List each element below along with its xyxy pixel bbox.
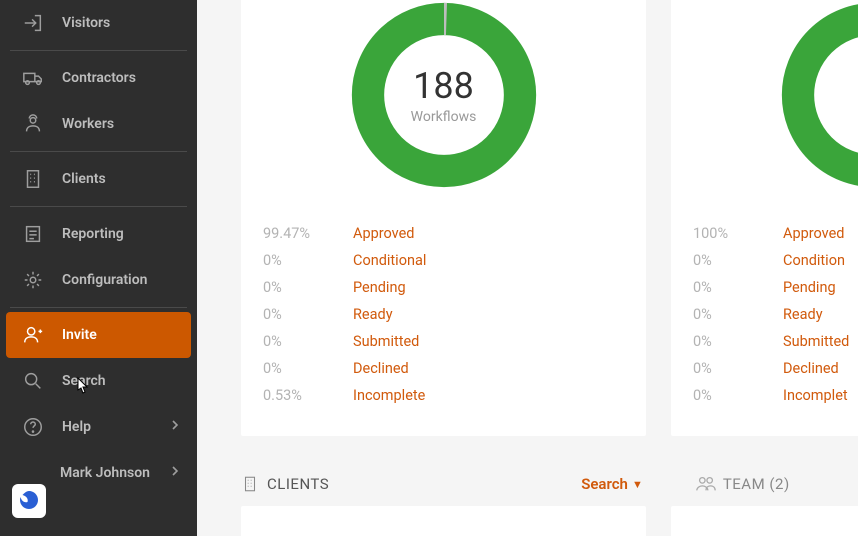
donut-value: 188: [411, 65, 477, 107]
sidebar-item-label: Clients: [62, 171, 106, 187]
caret-down-icon: ▼: [632, 478, 643, 491]
donut-label: Workflows: [411, 109, 477, 125]
stat-row: 0%Pending: [693, 274, 858, 301]
stats-list: 99.47%Approved 0%Conditional 0%Pending 0…: [241, 190, 646, 409]
clients-section-header: CLIENTS: [241, 475, 329, 493]
footer-row: CLIENTS Search ▼ TEAM (2): [241, 468, 858, 500]
sidebar-item-reporting[interactable]: Reporting: [0, 211, 197, 257]
sidebar-item-workers[interactable]: Workers: [0, 101, 197, 147]
stat-row: 0%Conditional: [263, 247, 624, 274]
building-icon: [22, 168, 44, 190]
search-label: Search: [581, 475, 628, 493]
stat-row: 0%Pending: [263, 274, 624, 301]
stat-row: 0%Submitted: [263, 328, 624, 355]
main-content: 188 Workflows 99.47%Approved 0%Condition…: [197, 0, 858, 536]
team-label: TEAM (2): [723, 475, 790, 493]
stat-row: 0%Submitted: [693, 328, 858, 355]
report-icon: [22, 223, 44, 245]
stat-row: 100%Approved: [693, 220, 858, 247]
truck-icon: [22, 67, 44, 89]
search-dropdown[interactable]: Search ▼: [581, 475, 643, 493]
sidebar-item-label: Help: [62, 419, 91, 435]
sidebar-item-label: Search: [62, 373, 106, 389]
stat-row: 0%Ready: [263, 301, 624, 328]
stat-row: 0.53%Incomplete: [263, 382, 624, 409]
user-name: Mark Johnson: [60, 465, 150, 481]
app-logo[interactable]: [12, 484, 46, 518]
clients-label: CLIENTS: [267, 475, 329, 493]
sidebar-item-label: Reporting: [62, 226, 124, 242]
building-icon: [241, 475, 259, 493]
help-icon: [22, 416, 44, 438]
sidebar-item-clients[interactable]: Clients: [0, 156, 197, 202]
chevron-right-icon: [171, 419, 179, 435]
stat-row: 99.47%Approved: [263, 220, 624, 247]
sidebar-item-search[interactable]: Search: [0, 358, 197, 404]
divider: [10, 206, 187, 207]
sidebar-item-label: Invite: [62, 327, 97, 343]
stat-row: 0%Declined: [263, 355, 624, 382]
sidebar-item-configuration[interactable]: Configuration: [0, 257, 197, 303]
donut-chart: 4 W: [671, 0, 858, 190]
chevron-right-icon: [171, 465, 179, 481]
user-plus-icon: [22, 324, 44, 346]
workflows-card-2: 4 W 100%Approved 0%Condition 0%Pending 0…: [671, 0, 858, 436]
divider: [10, 151, 187, 152]
sidebar-item-contractors[interactable]: Contractors: [0, 55, 197, 101]
stat-row: 0%Ready: [693, 301, 858, 328]
donut-chart: 188 Workflows: [241, 0, 646, 190]
sidebar-item-help[interactable]: Help: [0, 404, 197, 450]
sidebar-item-label: Configuration: [62, 272, 147, 288]
sidebar: Visitors Contractors Workers Clients Rep…: [0, 0, 197, 536]
team-card: [671, 506, 858, 536]
worker-icon: [22, 113, 44, 135]
divider: [10, 307, 187, 308]
stat-row: 0%Incomplet: [693, 382, 858, 409]
stat-row: 0%Declined: [693, 355, 858, 382]
sidebar-item-label: Workers: [62, 116, 114, 132]
sidebar-item-label: Visitors: [62, 15, 110, 31]
gear-icon: [22, 269, 44, 291]
workflows-card-1: 188 Workflows 99.47%Approved 0%Condition…: [241, 0, 646, 436]
stats-list: 100%Approved 0%Condition 0%Pending 0%Rea…: [671, 190, 858, 409]
team-icon: [695, 473, 717, 495]
sidebar-item-label: Contractors: [62, 70, 136, 86]
search-icon: [22, 370, 44, 392]
sidebar-item-invite[interactable]: Invite: [6, 312, 191, 358]
exit-icon: [22, 12, 44, 34]
divider: [10, 50, 187, 51]
stat-row: 0%Condition: [693, 247, 858, 274]
team-section-header: TEAM (2): [695, 473, 790, 495]
sidebar-item-visitors[interactable]: Visitors: [0, 0, 197, 46]
clients-card: [241, 506, 646, 536]
